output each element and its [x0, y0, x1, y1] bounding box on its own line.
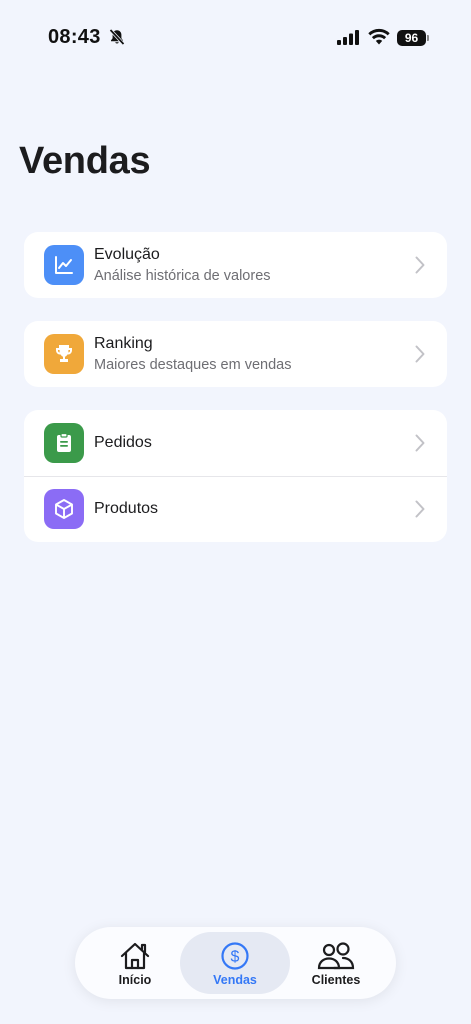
- tab-label-vendas: Vendas: [213, 973, 257, 987]
- card-ranking: Ranking Maiores destaques em vendas: [24, 321, 447, 387]
- svg-text:$: $: [231, 949, 240, 966]
- menu-row-pedidos[interactable]: Pedidos: [24, 410, 447, 476]
- chevron-right-icon: [415, 434, 425, 452]
- wifi-icon: [368, 28, 390, 45]
- chevron-right-icon: [415, 345, 425, 363]
- page-title: Vendas: [19, 140, 151, 182]
- tab-bar: Início $ Vendas Clientes: [75, 927, 396, 999]
- menu-row-title: Produtos: [94, 500, 159, 517]
- menu-row-produtos[interactable]: Produtos: [24, 476, 447, 542]
- menu-row-subtitle: Maiores destaques em vendas: [94, 357, 292, 373]
- dollar-circle-icon: $: [221, 942, 249, 970]
- tab-clientes[interactable]: Clientes: [281, 932, 391, 994]
- menu-row-title: Evolução: [94, 246, 160, 263]
- card-pedidos-produtos: Pedidos Produtos: [24, 410, 447, 542]
- status-time: 08:43: [48, 26, 101, 48]
- bell-slash-icon: [109, 28, 125, 46]
- menu-row-title: Pedidos: [94, 434, 152, 451]
- menu-row-subtitle: Análise histórica de valores: [94, 268, 271, 284]
- tab-inicio[interactable]: Início: [80, 932, 190, 994]
- menu-row-evolucao[interactable]: Evolução Análise histórica de valores: [24, 232, 447, 298]
- status-bar: 08:43 96: [0, 0, 471, 76]
- battery-icon: 96: [397, 30, 429, 46]
- house-icon: [120, 942, 150, 970]
- tab-vendas[interactable]: $ Vendas: [180, 932, 290, 994]
- signal-icon: [337, 30, 359, 45]
- clipboard-icon: [44, 423, 84, 463]
- trophy-icon: [44, 334, 84, 374]
- chart-line-icon: [44, 245, 84, 285]
- screen: 08:43 96 Vendas Evolução Análise históri…: [0, 0, 471, 1024]
- people-icon: [317, 942, 355, 970]
- chevron-right-icon: [415, 256, 425, 274]
- battery-tip: [427, 35, 429, 41]
- box-icon: [44, 489, 84, 529]
- tab-label-clientes: Clientes: [311, 973, 361, 987]
- tab-label-inicio: Início: [118, 973, 152, 987]
- chevron-right-icon: [415, 500, 425, 518]
- menu-row-title: Ranking: [94, 335, 153, 352]
- card-evolucao: Evolução Análise histórica de valores: [24, 232, 447, 298]
- battery-level: 96: [397, 30, 426, 46]
- menu-row-ranking[interactable]: Ranking Maiores destaques em vendas: [24, 321, 447, 387]
